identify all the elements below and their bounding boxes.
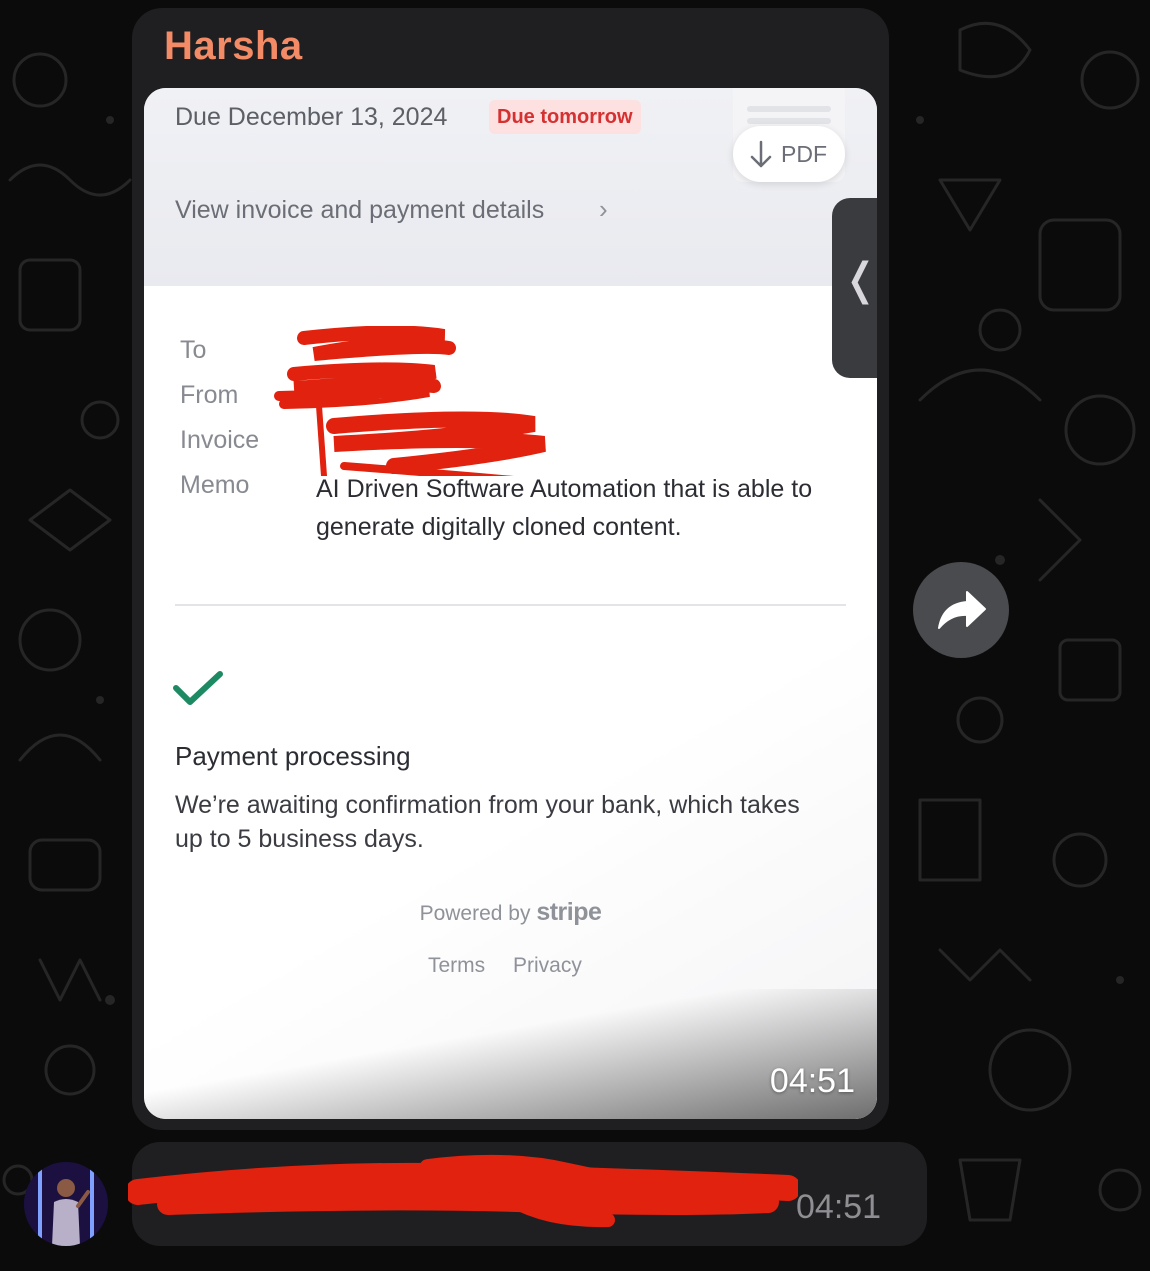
forward-arrow-icon [938,591,986,629]
chevron-right-icon: › [599,194,608,224]
sender-name[interactable]: Harsha [164,24,303,69]
stripe-logo: stripe [536,898,602,926]
terms-link: Terms [428,954,486,977]
avatar[interactable] [24,1162,108,1246]
second-message-timestamp: 04:51 [796,1188,882,1226]
redaction-scribble [128,1154,798,1228]
redaction-scribble [274,326,546,476]
privacy-link: Privacy [513,954,582,977]
due-date: Due December 13, 2024 [175,103,448,131]
invoice-label: Invoice [180,426,260,454]
payment-status-title: Payment processing [175,741,411,771]
side-panel-tab[interactable]: ❬ [832,198,879,378]
forward-button[interactable] [913,562,1009,658]
chevron-left-icon: ❬ [842,255,879,304]
pdf-label: PDF [781,141,827,167]
message-timestamp: 04:51 [769,1062,855,1100]
pdf-download-button: PDF [733,126,845,182]
image-bottom-shade [144,989,877,1119]
to-label: To [180,336,207,364]
invoice-screenshot-image[interactable]: Due December 13, 2024 Due tomorrow View … [144,88,877,1119]
memo-label: Memo [180,471,250,499]
from-label: From [180,381,239,409]
invoice-header: Due December 13, 2024 Due tomorrow View … [144,88,877,286]
divider [175,604,846,606]
memo-value: AI Driven Software Automation that is ab… [316,475,813,541]
powered-by-label: Powered by [419,902,531,925]
checkmark-icon [172,668,224,713]
footer-links: Terms Privacy [428,954,604,978]
powered-by-stripe: Powered by stripe [144,898,877,927]
arrow-down-icon [749,126,773,202]
view-invoice-link: View invoice and payment details [175,196,545,224]
due-badge: Due tomorrow [489,100,641,134]
payment-status-text: We’re awaiting confirmation from your ba… [175,791,800,853]
